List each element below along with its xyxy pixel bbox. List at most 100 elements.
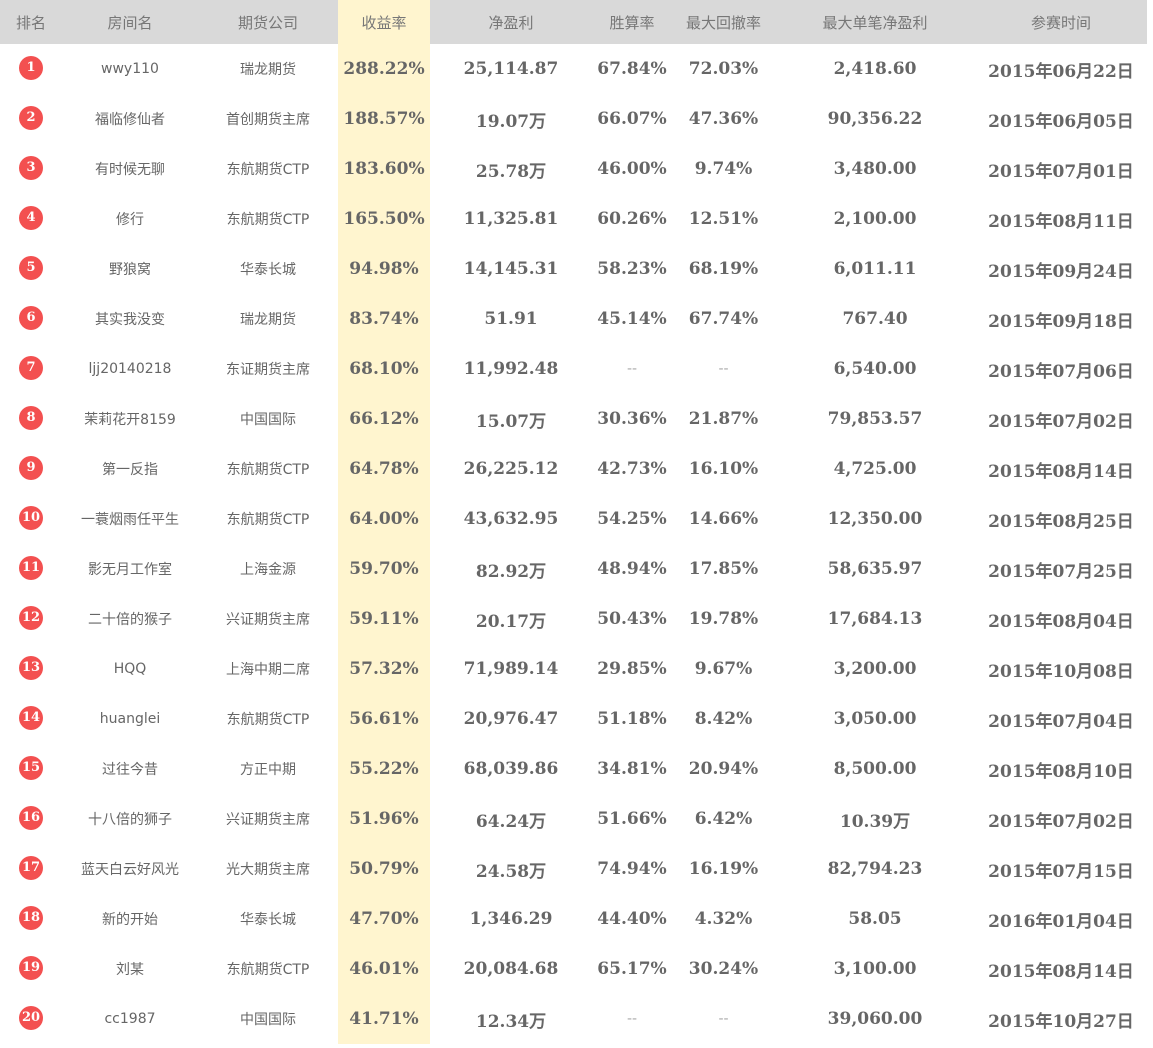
max-single-profit: 39,060.00 bbox=[827, 1009, 923, 1029]
room-name[interactable]: 福临修仙者 bbox=[62, 94, 198, 144]
join-date: 2016年01月04日 bbox=[988, 911, 1134, 932]
company-name: 首创期货主席 bbox=[226, 112, 310, 128]
room-name[interactable]: 十八倍的狮子 bbox=[62, 794, 198, 844]
room-name[interactable]: 新的开始 bbox=[62, 894, 198, 944]
header-net-profit[interactable]: 净盈利 bbox=[430, 0, 592, 44]
win-rate: -- bbox=[626, 1011, 638, 1027]
company-name: 兴证期货主席 bbox=[226, 612, 310, 628]
room-name[interactable]: 过往今昔 bbox=[62, 744, 198, 794]
net-profit: 12.34万 bbox=[475, 1011, 547, 1032]
room-name[interactable]: 修行 bbox=[62, 194, 198, 244]
net-profit: 11,992.48 bbox=[463, 359, 559, 379]
company-name: 上海金源 bbox=[240, 562, 296, 578]
table-row[interactable]: 5 野狼窝 华泰长城 94.98% 14,145.31 58.23% 68.19… bbox=[0, 244, 1147, 294]
room-name[interactable]: HQQ bbox=[62, 644, 198, 694]
max-single-profit: 58.05 bbox=[848, 909, 902, 929]
table-row[interactable]: 2 福临修仙者 首创期货主席 188.57% 19.07万 66.07% 47.… bbox=[0, 94, 1147, 144]
rank-badge: 12 bbox=[19, 605, 43, 630]
rank-badge: 9 bbox=[19, 455, 43, 480]
rank-cell: 8 bbox=[0, 394, 62, 444]
net-profit: 20.17万 bbox=[475, 611, 547, 632]
header-room-name[interactable]: 房间名 bbox=[62, 0, 198, 44]
room-name[interactable]: 有时候无聊 bbox=[62, 144, 198, 194]
room-name[interactable]: 影无月工作室 bbox=[62, 544, 198, 594]
join-date: 2015年08月14日 bbox=[988, 461, 1134, 482]
join-date: 2015年08月25日 bbox=[988, 511, 1134, 532]
win-rate: 34.81% bbox=[597, 759, 667, 779]
max-single-profit: 10.39万 bbox=[839, 811, 911, 832]
win-rate: 44.40% bbox=[597, 909, 667, 929]
join-date: 2015年07月06日 bbox=[988, 361, 1134, 382]
room-name[interactable]: wwy110 bbox=[62, 44, 198, 94]
room-name[interactable]: 刘某 bbox=[62, 944, 198, 994]
join-date: 2015年07月02日 bbox=[988, 411, 1134, 432]
rank-cell: 12 bbox=[0, 594, 62, 644]
max-single-profit: 3,480.00 bbox=[833, 159, 917, 179]
rank-badge: 3 bbox=[19, 155, 43, 180]
max-single-profit: 6,011.11 bbox=[833, 259, 917, 279]
net-profit: 68,039.86 bbox=[463, 759, 559, 779]
table-row[interactable]: 9 第一反指 东航期货CTP 64.78% 26,225.12 42.73% 1… bbox=[0, 444, 1147, 494]
rank-badge: 19 bbox=[19, 955, 43, 980]
return-rate: 64.00% bbox=[338, 494, 430, 544]
table-row[interactable]: 13 HQQ 上海中期二席 57.32% 71,989.14 29.85% 9.… bbox=[0, 644, 1147, 694]
rank-badge: 6 bbox=[19, 305, 43, 330]
company-name: 东航期货CTP bbox=[226, 162, 310, 178]
net-profit: 71,989.14 bbox=[463, 659, 559, 679]
table-row[interactable]: 4 修行 东航期货CTP 165.50% 11,325.81 60.26% 12… bbox=[0, 194, 1147, 244]
rank-cell: 4 bbox=[0, 194, 62, 244]
join-date: 2015年06月22日 bbox=[988, 61, 1134, 82]
header-company[interactable]: 期货公司 bbox=[198, 0, 338, 44]
table-row[interactable]: 16 十八倍的狮子 兴证期货主席 51.96% 64.24万 51.66% 6.… bbox=[0, 794, 1147, 844]
room-name[interactable]: 其实我没变 bbox=[62, 294, 198, 344]
room-name[interactable]: 二十倍的猴子 bbox=[62, 594, 198, 644]
table-row[interactable]: 10 一蓑烟雨任平生 东航期货CTP 64.00% 43,632.95 54.2… bbox=[0, 494, 1147, 544]
rank-cell: 11 bbox=[0, 544, 62, 594]
room-name[interactable]: 第一反指 bbox=[62, 444, 198, 494]
rank-cell: 5 bbox=[0, 244, 62, 294]
rank-cell: 7 bbox=[0, 344, 62, 394]
header-max-drawdown[interactable]: 最大回撤率 bbox=[672, 0, 775, 44]
table-row[interactable]: 19 刘某 东航期货CTP 46.01% 20,084.68 65.17% 30… bbox=[0, 944, 1147, 994]
header-join-date[interactable]: 参赛时间 bbox=[975, 0, 1147, 44]
win-rate: 50.43% bbox=[597, 609, 667, 629]
table-row[interactable]: 3 有时候无聊 东航期货CTP 183.60% 25.78万 46.00% 9.… bbox=[0, 144, 1147, 194]
room-name[interactable]: 蓝天白云好风光 bbox=[62, 844, 198, 894]
company-name: 瑞龙期货 bbox=[240, 62, 296, 78]
table-row[interactable]: 14 huanglei 东航期货CTP 56.61% 20,976.47 51.… bbox=[0, 694, 1147, 744]
table-row[interactable]: 20 cc1987 中国国际 41.71% 12.34万 -- -- 39,06… bbox=[0, 994, 1147, 1044]
room-name[interactable]: 一蓑烟雨任平生 bbox=[62, 494, 198, 544]
room-name[interactable]: huanglei bbox=[62, 694, 198, 744]
join-date: 2015年07月15日 bbox=[988, 861, 1134, 882]
table-row[interactable]: 1 wwy110 瑞龙期货 288.22% 25,114.87 67.84% 7… bbox=[0, 44, 1147, 94]
room-name[interactable]: 茉莉花开8159 bbox=[62, 394, 198, 444]
room-name[interactable]: ljj20140218 bbox=[62, 344, 198, 394]
header-return-rate[interactable]: 收益率 bbox=[338, 0, 430, 44]
room-name[interactable]: cc1987 bbox=[62, 994, 198, 1044]
table-row[interactable]: 8 茉莉花开8159 中国国际 66.12% 15.07万 30.36% 21.… bbox=[0, 394, 1147, 444]
table-row[interactable]: 18 新的开始 华泰长城 47.70% 1,346.29 44.40% 4.32… bbox=[0, 894, 1147, 944]
ranking-table: 排名 房间名 期货公司 收益率 净盈利 胜算率 最大回撤率 最大单笔净盈利 参赛… bbox=[0, 0, 1147, 1044]
max-drawdown: 47.36% bbox=[688, 109, 759, 129]
net-profit: 20,976.47 bbox=[463, 709, 559, 729]
header-rank[interactable]: 排名 bbox=[0, 0, 62, 44]
return-rate: 188.57% bbox=[338, 94, 430, 144]
rank-badge: 10 bbox=[19, 505, 43, 530]
max-single-profit: 12,350.00 bbox=[827, 509, 923, 529]
table-row[interactable]: 17 蓝天白云好风光 光大期货主席 50.79% 24.58万 74.94% 1… bbox=[0, 844, 1147, 894]
return-rate: 51.96% bbox=[338, 794, 430, 844]
max-drawdown: 8.42% bbox=[694, 709, 753, 729]
header-win-rate[interactable]: 胜算率 bbox=[592, 0, 672, 44]
join-date: 2015年06月05日 bbox=[988, 111, 1134, 132]
table-row[interactable]: 7 ljj20140218 东证期货主席 68.10% 11,992.48 --… bbox=[0, 344, 1147, 394]
header-max-single-profit[interactable]: 最大单笔净盈利 bbox=[775, 0, 975, 44]
room-name[interactable]: 野狼窝 bbox=[62, 244, 198, 294]
table-row[interactable]: 11 影无月工作室 上海金源 59.70% 82.92万 48.94% 17.8… bbox=[0, 544, 1147, 594]
rank-badge: 13 bbox=[19, 655, 43, 680]
rank-badge: 2 bbox=[19, 105, 43, 130]
table-row[interactable]: 15 过往今昔 方正中期 55.22% 68,039.86 34.81% 20.… bbox=[0, 744, 1147, 794]
table-row[interactable]: 12 二十倍的猴子 兴证期货主席 59.11% 20.17万 50.43% 19… bbox=[0, 594, 1147, 644]
table-row[interactable]: 6 其实我没变 瑞龙期货 83.74% 51.91 45.14% 67.74% … bbox=[0, 294, 1147, 344]
win-rate: 30.36% bbox=[597, 409, 667, 429]
rank-badge: 15 bbox=[19, 755, 43, 780]
